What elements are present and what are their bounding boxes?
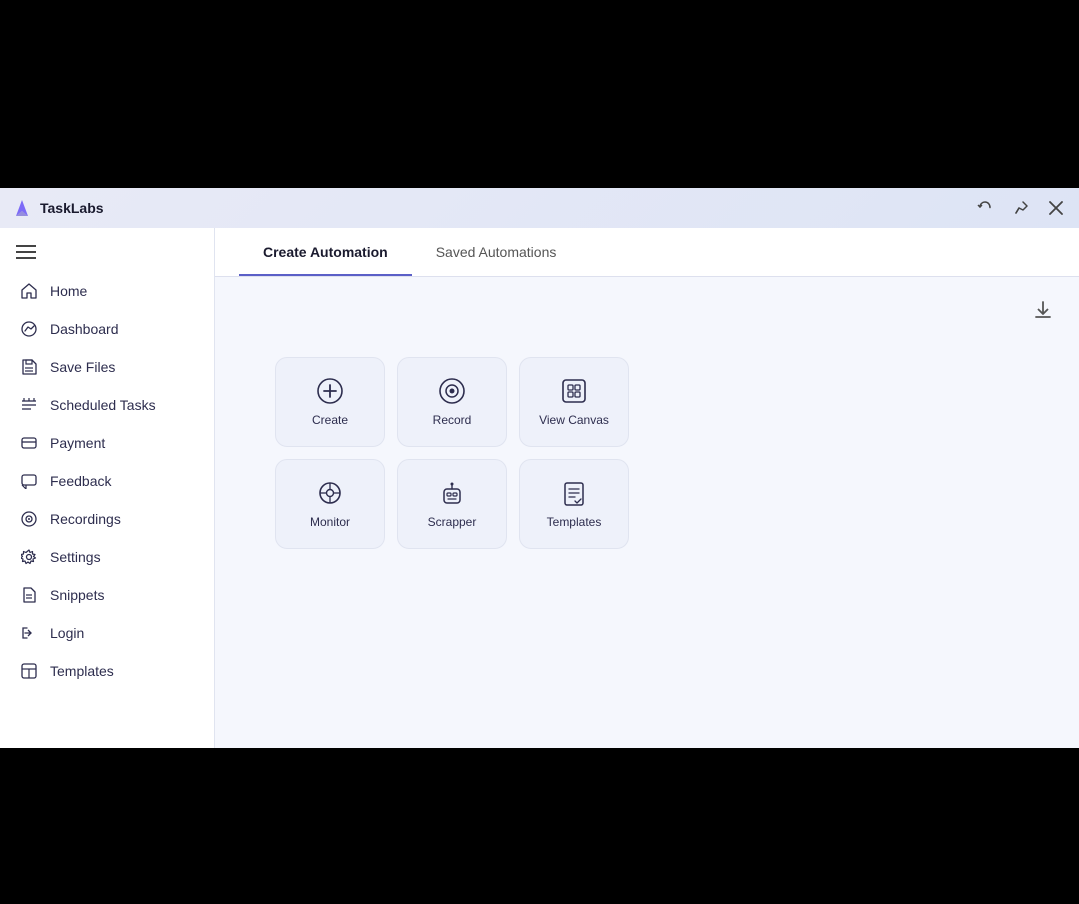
- content-body: Create Record: [215, 277, 1079, 748]
- home-icon: [20, 282, 38, 300]
- sidebar-item-recordings[interactable]: Recordings: [0, 500, 214, 538]
- download-button[interactable]: [1027, 293, 1059, 325]
- content-area: Create Automation Saved Automations: [215, 228, 1079, 748]
- tab-create-automation[interactable]: Create Automation: [239, 228, 412, 276]
- sidebar-item-home[interactable]: Home: [0, 272, 214, 310]
- templates-label: Templates: [50, 663, 114, 679]
- title-bar-left: TaskLabs: [12, 198, 104, 218]
- templates-card-label: Templates: [547, 515, 602, 529]
- save-files-label: Save Files: [50, 359, 115, 375]
- feedback-icon: [20, 472, 38, 490]
- view-canvas-label: View Canvas: [539, 413, 609, 427]
- payment-icon: [20, 434, 38, 452]
- action-row-1: Create Record: [275, 357, 1059, 447]
- dashboard-label: Dashboard: [50, 321, 119, 337]
- sidebar-item-settings[interactable]: Settings: [0, 538, 214, 576]
- dashboard-icon: [20, 320, 38, 338]
- sidebar-item-scheduled-tasks[interactable]: Scheduled Tasks: [0, 386, 214, 424]
- payment-label: Payment: [50, 435, 105, 451]
- undo-button[interactable]: [973, 198, 997, 218]
- monitor-card[interactable]: Monitor: [275, 459, 385, 549]
- action-grid: Create Record: [275, 357, 1059, 549]
- create-card[interactable]: Create: [275, 357, 385, 447]
- home-label: Home: [50, 283, 87, 299]
- title-bar: TaskLabs: [0, 188, 1079, 228]
- title-bar-controls: [973, 198, 1067, 218]
- snippets-label: Snippets: [50, 587, 104, 603]
- recordings-label: Recordings: [50, 511, 121, 527]
- monitor-label: Monitor: [310, 515, 350, 529]
- main-layout: Home Dashboard: [0, 228, 1079, 748]
- view-canvas-icon: [560, 377, 588, 405]
- recordings-icon: [20, 510, 38, 528]
- scheduled-tasks-icon: [20, 396, 38, 414]
- monitor-icon: [316, 479, 344, 507]
- tabs-bar: Create Automation Saved Automations: [215, 228, 1079, 277]
- menu-toggle[interactable]: [0, 244, 214, 272]
- record-icon: [438, 377, 466, 405]
- app-logo: [12, 198, 32, 218]
- sidebar-item-feedback[interactable]: Feedback: [0, 462, 214, 500]
- scheduled-tasks-label: Scheduled Tasks: [50, 397, 156, 413]
- templates-card[interactable]: Templates: [519, 459, 629, 549]
- app-window: TaskLabs: [0, 188, 1079, 748]
- scrapper-label: Scrapper: [428, 515, 477, 529]
- sidebar-item-login[interactable]: Login: [0, 614, 214, 652]
- save-files-icon: [20, 358, 38, 376]
- close-button[interactable]: [1045, 199, 1067, 217]
- sidebar-item-snippets[interactable]: Snippets: [0, 576, 214, 614]
- sidebar-item-save-files[interactable]: Save Files: [0, 348, 214, 386]
- record-card[interactable]: Record: [397, 357, 507, 447]
- sidebar: Home Dashboard: [0, 228, 215, 748]
- app-title: TaskLabs: [40, 200, 104, 216]
- view-canvas-card[interactable]: View Canvas: [519, 357, 629, 447]
- tab-saved-automations[interactable]: Saved Automations: [412, 228, 581, 276]
- templates-card-icon: [560, 479, 588, 507]
- record-label: Record: [433, 413, 472, 427]
- login-icon: [20, 624, 38, 642]
- pin-button[interactable]: [1009, 198, 1033, 218]
- templates-icon: [20, 662, 38, 680]
- action-row-2: Monitor: [275, 459, 1059, 549]
- sidebar-item-templates[interactable]: Templates: [0, 652, 214, 690]
- sidebar-item-dashboard[interactable]: Dashboard: [0, 310, 214, 348]
- scrapper-icon: [438, 479, 466, 507]
- login-label: Login: [50, 625, 84, 641]
- snippets-icon: [20, 586, 38, 604]
- scrapper-card[interactable]: Scrapper: [397, 459, 507, 549]
- sidebar-item-payment[interactable]: Payment: [0, 424, 214, 462]
- create-icon: [316, 377, 344, 405]
- create-label: Create: [312, 413, 348, 427]
- settings-label: Settings: [50, 549, 101, 565]
- feedback-label: Feedback: [50, 473, 111, 489]
- settings-icon: [20, 548, 38, 566]
